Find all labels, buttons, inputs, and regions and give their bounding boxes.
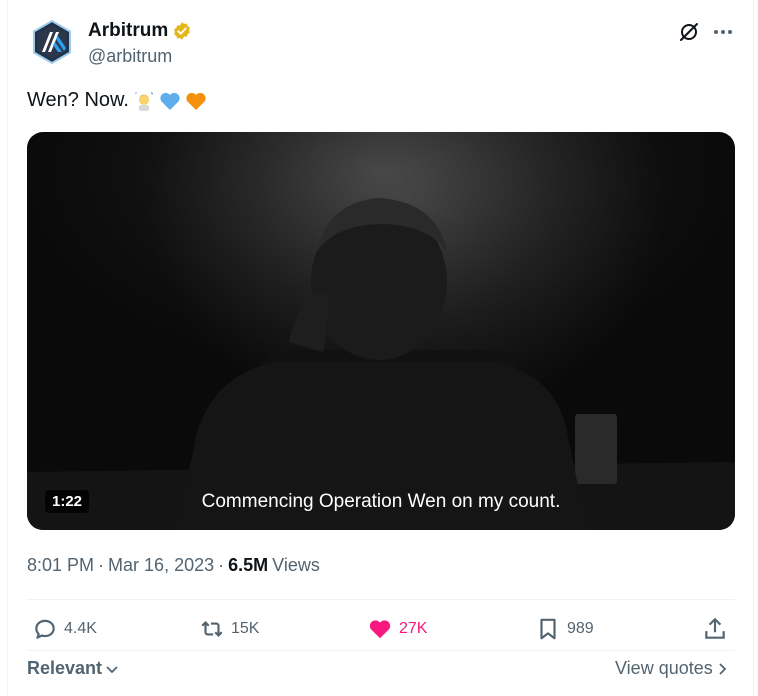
tweet-date[interactable]: Mar 16, 2023 [108,555,214,576]
arbitrum-logo-icon [33,19,71,65]
verified-badge-icon [174,22,191,40]
grok-icon[interactable] [677,20,701,44]
repost-icon [201,620,223,638]
tweet-body: Wen? Now. [27,89,129,111]
display-name[interactable]: Arbitrum [88,20,168,42]
like-button[interactable]: 27K [367,616,427,642]
share-icon [705,617,725,639]
view-quotes-label: View quotes [615,658,713,678]
sort-label: Relevant [27,658,103,678]
reply-count: 4.4K [64,620,97,637]
heart-filled-icon [369,620,391,639]
chevron-down-icon [106,665,118,673]
bookmark-count: 989 [567,620,594,637]
bookmark-icon [540,618,556,640]
meta-separator: · [218,555,225,575]
tweet-time[interactable]: 8:01 PM [27,555,94,576]
author-handle[interactable]: @arbitrum [88,46,172,67]
divider-bottom [27,650,735,651]
meta-separator: · [98,555,105,575]
views-label: Views [272,555,320,575]
sort-dropdown[interactable]: Relevant [27,658,120,679]
video-frame [27,132,735,530]
like-count: 27K [399,620,428,637]
reply-button[interactable]: 4.4K [32,616,97,642]
video-player[interactable]: 1:22 Commencing Operation Wen on my coun… [27,132,735,530]
reply-icon [35,619,55,639]
frame-border-right [753,0,754,696]
tweet-text: Wen? Now. [27,89,207,112]
avatar[interactable] [28,18,76,66]
views-count: 6.5M [228,555,269,575]
blue-heart-emoji [160,92,180,110]
mage-emoji [134,91,153,111]
repost-count: 15K [231,620,260,637]
video-caption: Commencing Operation Wen on my count. [201,491,561,512]
divider-top [27,599,735,600]
frame-border-left [7,0,8,696]
bookmark-button[interactable]: 989 [535,616,594,642]
view-quotes-link[interactable]: View quotes [615,658,729,679]
author-name-row: Arbitrum [88,20,192,42]
orange-heart-emoji [186,92,206,110]
share-button[interactable] [702,616,728,642]
chevron-right-icon [719,662,727,675]
tweet-meta: 8:01 PM · Mar 16, 2023 · 6.5M Views [27,555,320,576]
repost-button[interactable]: 15K [199,616,259,642]
more-options-icon[interactable] [711,20,735,44]
